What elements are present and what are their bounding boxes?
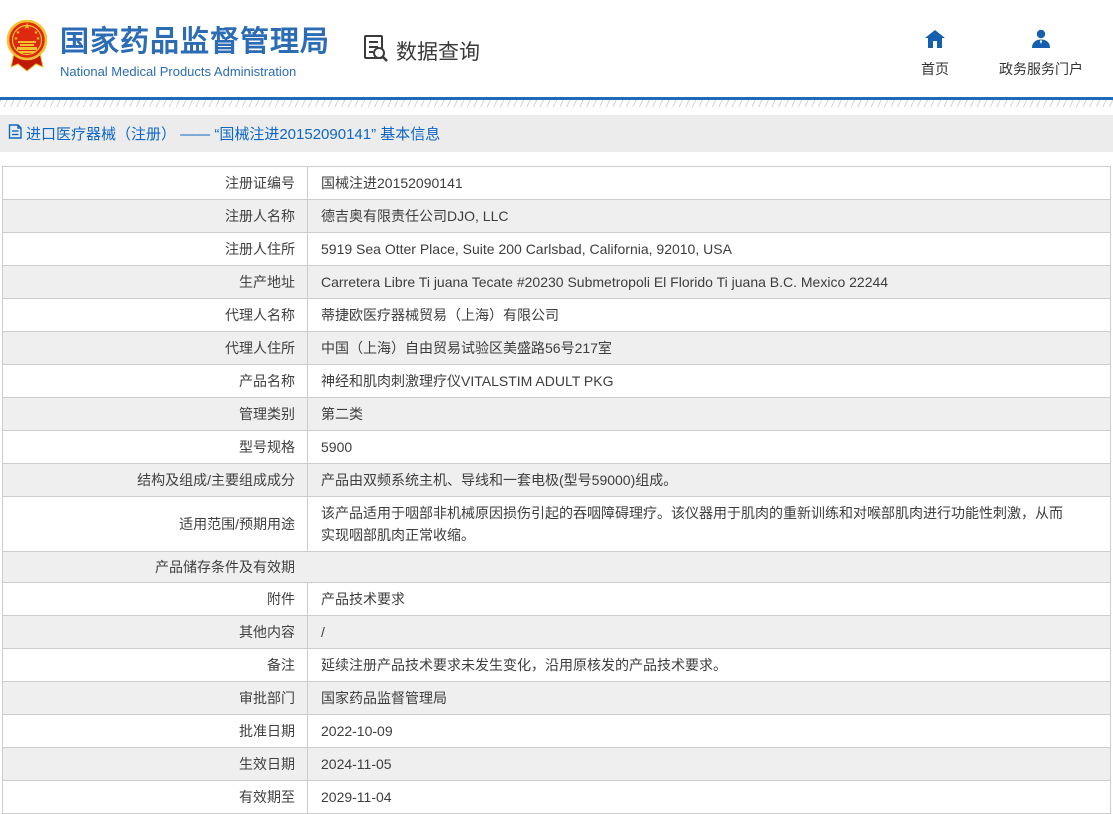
row-value: 2022-10-09 [307,715,1110,748]
site-subtitle: National Medical Products Administration [60,64,297,79]
table-row: 生效日期 2024-11-05 [3,747,1110,781]
row-label: 注册人住所 [225,241,295,257]
site-header: ★ ★ ★ ★ ★ 国家药品监督管理局 National Medical Pro… [0,0,1113,97]
row-label: 其他内容 [239,624,295,641]
row-label: 审批部门 [239,690,295,707]
row-value: 5900 [307,431,1110,463]
page-icon [7,123,26,144]
table-row: 结构及组成/主要组成成分 产品由双频系统主机、导线和一套电极(型号59000)组… [3,463,1110,496]
row-value: 产品由双频系统主机、导线和一套电极(型号59000)组成。 [307,464,1110,496]
table-row: 注册证编号 国械注进20152090141 [3,167,1110,199]
row-value: 2029-11-04 [307,781,1110,814]
table-row: 附件 产品技术要求 [3,582,1110,616]
table-row: 代理人名称 蒂捷欧医疗器械贸易（上海）有限公司 [3,298,1110,331]
row-label: 结构及组成/主要组成成分 [137,472,295,488]
breadcrumb[interactable]: 进口医疗器械（注册） —— “国械注进20152090141” 基本信息 [26,123,440,144]
row-value: 延续注册产品技术要求未发生变化，沿用原核发的产品技术要求。 [307,649,1110,682]
nav-home-label: 首页 [921,60,949,77]
row-value: Carretera Libre Ti juana Tecate #20230 S… [307,266,1110,298]
row-value: 中国（上海）自由贸易试验区美盛路56号217室 [307,332,1110,364]
svg-text:★: ★ [36,36,41,42]
data-query-label: 数据查询 [396,40,481,64]
row-value: 产品技术要求 [307,583,1110,616]
table-row: 型号规格 5900 [3,430,1110,463]
row-label: 注册人名称 [225,208,295,224]
hatch-stripe [0,100,1113,107]
row-value: 该产品适用于咽部非机械原因损伤引起的吞咽障碍理疗。该仪器用于肌肉的重新训练和对喉… [307,497,1110,551]
table-row: 注册人名称 德吉奥有限责任公司DJO, LLC [3,199,1110,232]
national-emblem-icon: ★ ★ ★ ★ ★ [6,15,48,82]
table-row: 注册人住所 5919 Sea Otter Place, Suite 200 Ca… [3,232,1110,265]
row-label: 生效日期 [239,756,295,773]
brand-block: 国家药品监督管理局 National Medical Products Admi… [60,18,330,79]
nav-item-home[interactable]: 首页 [921,29,949,79]
table-row: 备注 延续注册产品技术要求未发生变化，沿用原核发的产品技术要求。 [3,648,1110,682]
row-label: 产品储存条件及有效期 [155,559,295,576]
row-value: 2024-11-05 [307,748,1110,781]
row-value: / [307,616,1110,649]
row-label: 产品名称 [239,373,295,389]
row-label: 适用范围/预期用途 [179,516,295,532]
document-search-icon [360,32,396,70]
table-row: 产品储存条件及有效期 [3,551,1110,583]
row-label: 批准日期 [239,723,295,740]
row-label: 管理类别 [239,406,295,422]
row-value: 国械注进20152090141 [307,167,1110,199]
row-value [307,552,1110,582]
row-label: 有效期至 [239,789,295,806]
table-row: 其他内容 / [3,615,1110,649]
svg-text:★: ★ [23,21,31,31]
row-value: 第二类 [307,398,1110,430]
row-label: 型号规格 [239,439,295,455]
header-nav: 首页 政务服务门户 [921,29,1083,79]
nav-item-portal[interactable]: 政务服务门户 [999,29,1083,79]
row-value: 德吉奥有限责任公司DJO, LLC [307,200,1110,232]
row-label: 附件 [267,591,295,608]
row-label: 注册证编号 [225,175,295,191]
row-value: 5919 Sea Otter Place, Suite 200 Carlsbad… [307,233,1110,265]
row-label: 代理人住所 [225,340,295,356]
table-row: 批准日期 2022-10-09 [3,714,1110,748]
table-row: 产品名称 神经和肌肉刺激理疗仪VITALSTIM ADULT PKG [3,364,1110,397]
user-icon [1030,29,1052,52]
table-row: 生产地址 Carretera Libre Ti juana Tecate #20… [3,265,1110,298]
table-row: 代理人住所 中国（上海）自由贸易试验区美盛路56号217室 [3,331,1110,364]
table-row: 审批部门 国家药品监督管理局 [3,681,1110,715]
row-label: 备注 [267,657,295,674]
row-label: 代理人名称 [225,307,295,323]
info-table: 注册证编号 国械注进20152090141 注册人名称 德吉奥有限责任公司DJO… [2,166,1111,814]
site-title: 国家药品监督管理局 [60,26,331,58]
row-label: 生产地址 [239,274,295,290]
table-row: 适用范围/预期用途 该产品适用于咽部非机械原因损伤引起的吞咽障碍理疗。该仪器用于… [3,496,1110,551]
nav-portal-label: 政务服务门户 [999,60,1083,77]
row-value: 国家药品监督管理局 [307,682,1110,715]
row-value: 神经和肌肉刺激理疗仪VITALSTIM ADULT PKG [307,365,1110,397]
breadcrumb-bar: 进口医疗器械（注册） —— “国械注进20152090141” 基本信息 [0,115,1113,152]
table-row: 管理类别 第二类 [3,397,1110,430]
home-icon [924,29,946,52]
table-row: 有效期至 2029-11-04 [3,780,1110,814]
row-value: 蒂捷欧医疗器械贸易（上海）有限公司 [307,299,1110,331]
data-query-tab[interactable]: 数据查询 [360,32,480,70]
